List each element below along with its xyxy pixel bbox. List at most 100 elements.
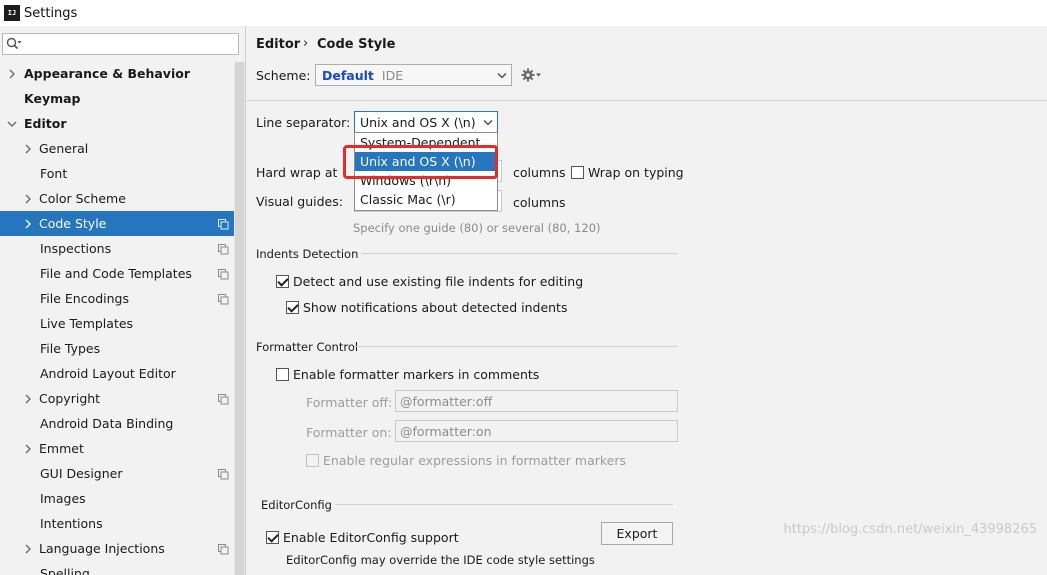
formatter-control-divider [355,346,677,347]
project-level-copy-icon [218,268,229,283]
project-level-copy-icon [218,393,229,408]
app-logo-icon: IJ [4,5,20,21]
sidebar-scroll-thumb[interactable] [235,62,244,575]
chevron-right-icon[interactable] [23,543,33,555]
sidebar-item-copyright[interactable]: Copyright [0,386,234,411]
settings-sidebar: Appearance & Behavior Keymap Editor General… [0,26,246,575]
sidebar-item-file-encodings[interactable]: File Encodings [0,286,234,311]
sidebar-item-label: Android Layout Editor [40,366,176,381]
scheme-name: Default [322,67,374,83]
project-level-copy-icon [218,543,229,558]
sidebar-item-label: Android Data Binding [40,416,174,431]
scheme-label: Scheme: [256,68,311,83]
sidebar-item-file-types[interactable]: File Types [0,336,234,361]
sidebar-item-color-scheme[interactable]: Color Scheme [0,186,234,211]
line-separator-option[interactable]: Classic Mac (\r) [355,190,497,209]
sidebar-item-label: Live Templates [40,316,134,331]
sidebar-item-label: Language Injections [39,541,165,556]
sidebar-item-font[interactable]: Font [0,161,234,186]
sidebar-scrollbar[interactable] [234,62,245,575]
wrap-on-typing-checkbox[interactable] [571,166,584,179]
project-level-copy-icon [218,243,229,258]
formatter-regex-label: Enable regular expressions in formatter … [323,453,627,468]
line-separator-dropdown[interactable]: Unix and OS X (\n) [354,111,498,133]
sidebar-item-emmet[interactable]: Emmet [0,436,234,461]
chevron-right-icon[interactable] [23,143,33,155]
sidebar-item-images[interactable]: Images [0,486,234,511]
scheme-dropdown[interactable]: Default IDE [315,64,512,86]
watermark: https://blog.csdn.net/weixin_43998265 [783,522,1037,537]
formatter-on-input[interactable]: @formatter:on [395,420,678,442]
scheme-scope: IDE [381,67,404,83]
chevron-down-icon [483,115,493,130]
sidebar-item-label: Copyright [39,391,101,406]
sidebar-item-label: File Types [40,341,101,356]
formatter-off-label: Formatter off: [306,395,393,410]
window-title: Settings [24,5,78,21]
project-level-copy-icon [218,293,229,308]
enable-editorconfig-label: Enable EditorConfig support [283,530,459,545]
chevron-right-icon[interactable] [23,443,33,455]
editorconfig-note: EditorConfig may override the IDE code s… [286,553,595,567]
formatter-control-title: Formatter Control [256,340,359,354]
sidebar-item-label: General [39,141,89,156]
show-notifications-checkbox[interactable] [286,301,299,314]
sidebar-item-language-injections[interactable]: Language Injections [0,536,234,561]
sidebar-item-intentions[interactable]: Intentions [0,511,234,536]
sidebar-item-label: File Encodings [40,291,130,306]
sidebar-item-live-templates[interactable]: Live Templates [0,311,234,336]
visual-guides-unit: columns [513,195,566,210]
indents-detection-divider [361,253,677,254]
sidebar-item-android-data-binding[interactable]: Android Data Binding [0,411,234,436]
sidebar-item-label: Color Scheme [39,191,126,206]
sidebar-item-android-layout-editor[interactable]: Android Layout Editor [0,361,234,386]
annotation-highlight-box [343,145,498,179]
sidebar-item-label: Intentions [40,516,103,531]
title-bar: IJ Settings [0,0,1047,26]
breadcrumb-separator: › [303,36,309,51]
line-separator-label: Line separator: [256,115,351,130]
sidebar-item-label: Keymap [24,91,81,106]
formatter-regex-checkbox[interactable] [306,454,319,467]
sidebar-item-label: Editor [24,116,67,131]
editorconfig-title: EditorConfig [261,498,332,512]
hard-wrap-label: Hard wrap at [256,165,338,180]
export-button[interactable]: Export [601,522,673,545]
visual-guides-hint: Specify one guide (80) or several (80, 1… [353,221,601,235]
settings-content: Editor › Code Style Scheme: Default IDE … [247,26,1047,575]
sidebar-item-editor[interactable]: Editor [0,111,234,136]
enable-formatter-markers-checkbox[interactable] [276,368,289,381]
sidebar-item-label: Code Style [39,216,107,231]
formatter-off-input[interactable]: @formatter:off [395,390,678,412]
sidebar-item-spelling[interactable]: Spelling [0,561,234,575]
breadcrumb-parent[interactable]: Editor [256,37,300,52]
wrap-on-typing-label: Wrap on typing [588,165,684,180]
enable-formatter-markers-label: Enable formatter markers in comments [293,367,540,382]
chevron-down-icon[interactable] [7,118,17,130]
chevron-right-icon[interactable] [23,193,33,205]
sidebar-item-label: Appearance & Behavior [24,66,190,81]
sidebar-item-general[interactable]: General [0,136,234,161]
chevron-right-icon[interactable] [7,68,17,80]
sidebar-item-label: Emmet [39,441,84,456]
settings-search-input[interactable] [2,33,239,55]
show-notifications-label: Show notifications about detected indent… [303,300,568,315]
detect-indents-checkbox[interactable] [276,275,289,288]
sidebar-item-label: Font [40,166,68,181]
formatter-on-label: Formatter on: [306,425,392,440]
enable-editorconfig-checkbox[interactable] [266,531,279,544]
chevron-right-icon[interactable] [23,393,33,405]
chevron-right-icon[interactable] [23,218,33,230]
sidebar-item-code-style[interactable]: Code Style [0,211,234,236]
breadcrumb-current: Code Style [317,37,396,52]
sidebar-item-gui-designer[interactable]: GUI Designer [0,461,234,486]
sidebar-item-file-and-code-templates[interactable]: File and Code Templates [0,261,234,286]
sidebar-item-keymap[interactable]: Keymap [0,86,234,111]
sidebar-item-appearance-behavior[interactable]: Appearance & Behavior [0,61,234,86]
sidebar-item-label: File and Code Templates [40,266,192,281]
gear-icon[interactable] [521,67,543,86]
visual-guides-label: Visual guides: [256,194,343,209]
editorconfig-divider [335,504,673,505]
hard-wrap-unit: columns [513,165,566,180]
sidebar-item-inspections[interactable]: Inspections [0,236,234,261]
